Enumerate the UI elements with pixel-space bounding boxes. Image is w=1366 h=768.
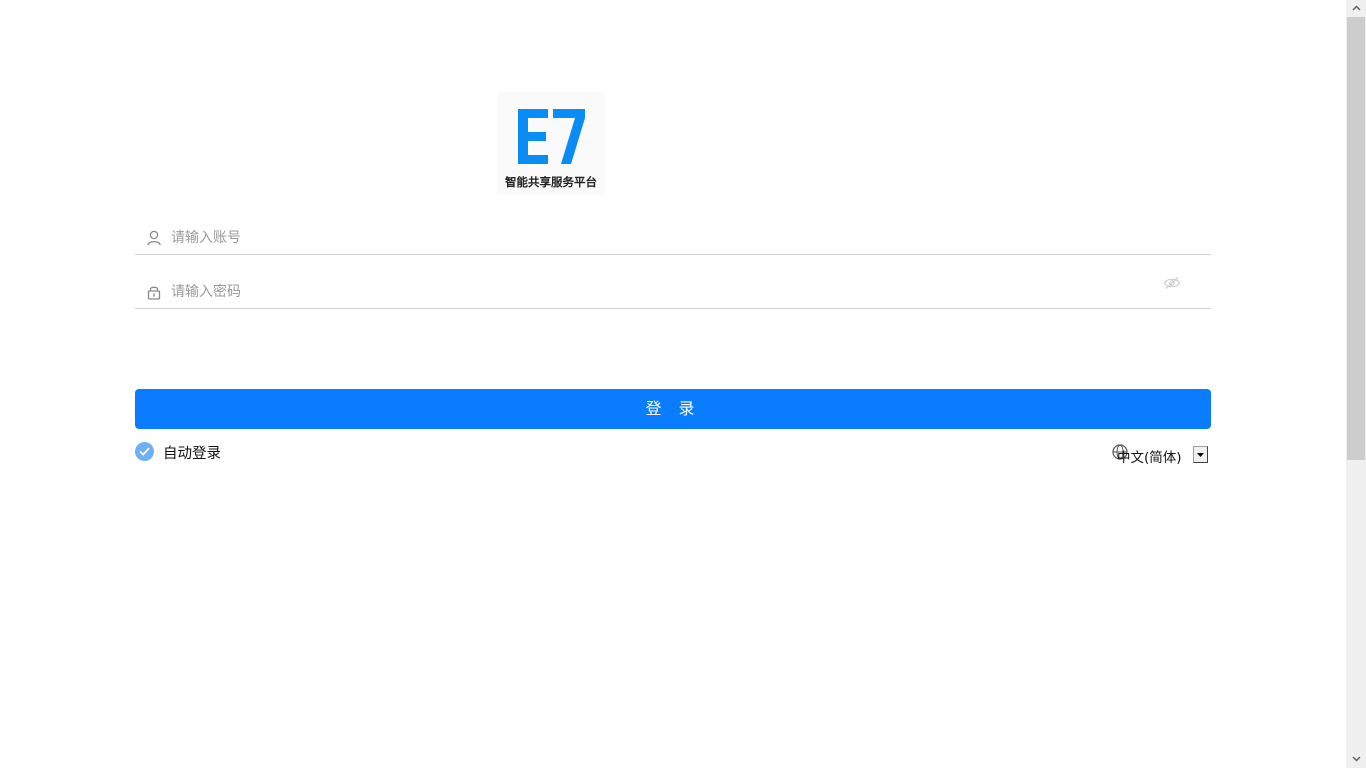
caret-down-icon xyxy=(1197,453,1204,457)
scroll-down-button[interactable] xyxy=(1346,751,1366,768)
auto-login-label: 自动登录 xyxy=(163,446,221,462)
auto-login-checkbox[interactable]: 自动登录 xyxy=(135,441,255,463)
account-input[interactable] xyxy=(171,227,1071,249)
login-page: 智能共享服务平台 登 录 自动登录 xyxy=(0,0,1346,768)
login-button[interactable]: 登 录 xyxy=(135,389,1211,429)
logo: 智能共享服务平台 xyxy=(497,92,605,194)
language-dropdown-button[interactable] xyxy=(1193,446,1208,463)
e7-logo-mark xyxy=(518,109,585,164)
password-input[interactable] xyxy=(171,281,1071,303)
chevron-up-icon xyxy=(1352,5,1361,11)
check-icon[interactable] xyxy=(135,442,154,461)
vertical-scrollbar[interactable] xyxy=(1346,0,1366,768)
password-field xyxy=(135,268,1211,309)
language-select[interactable]: 中文(简体) xyxy=(1112,444,1212,466)
lock-icon xyxy=(147,286,161,300)
user-icon xyxy=(147,230,161,246)
language-value: 中文(简体) xyxy=(1117,450,1182,466)
chevron-down-icon xyxy=(1352,756,1361,762)
eye-icon[interactable] xyxy=(1163,276,1181,290)
scrollbar-thumb[interactable] xyxy=(1347,17,1365,460)
account-field xyxy=(135,214,1211,255)
logo-tagline: 智能共享服务平台 xyxy=(505,175,597,189)
scroll-up-button[interactable] xyxy=(1346,0,1366,17)
